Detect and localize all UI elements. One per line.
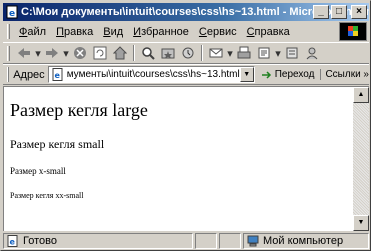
forward-icon[interactable] xyxy=(42,44,62,62)
print-icon[interactable] xyxy=(234,44,254,62)
browser-window: e C:\Мои документы\intuit\courses\css\hs… xyxy=(0,0,371,251)
text-small: Размер кегля small xyxy=(10,137,105,151)
go-label: Переход xyxy=(274,69,315,80)
menu-help-label: правка xyxy=(254,25,290,38)
menu-help-accel: С xyxy=(246,25,255,38)
menu-file-label: айл xyxy=(27,25,47,38)
history-icon[interactable] xyxy=(178,44,198,62)
menu-bar: Файл Правка Вид Избранное Сервис Справка xyxy=(3,22,343,41)
menu-help[interactable]: Справка xyxy=(242,26,295,38)
scroll-up-button[interactable]: ▲ xyxy=(353,87,369,103)
menu-edit-accel: П xyxy=(56,25,64,38)
minimize-button[interactable]: _ xyxy=(313,5,329,19)
menu-view-label: ид xyxy=(110,25,124,38)
computer-icon xyxy=(247,235,259,247)
status-text: Готово xyxy=(23,235,57,247)
page-icon: e xyxy=(52,68,63,81)
menu-favorites-label: збранное xyxy=(141,25,189,38)
search-icon[interactable] xyxy=(138,44,158,62)
go-arrow-icon xyxy=(261,70,271,79)
zone-text: Мой компьютер xyxy=(263,235,344,247)
menu-tools[interactable]: Сервис xyxy=(194,26,242,38)
edit-icon[interactable] xyxy=(254,44,274,62)
address-input[interactable]: e мументы\intuit\courses\css\hs~13.html … xyxy=(47,66,255,83)
go-button[interactable]: Переход xyxy=(261,69,315,81)
text-large: Размер кегля large xyxy=(10,100,148,120)
document-body: Размер кегля large Размер кегля small Ра… xyxy=(10,93,148,201)
menu-edit[interactable]: Правка xyxy=(51,26,98,38)
title-bar[interactable]: e C:\Мои документы\intuit\courses\css\hs… xyxy=(3,3,369,21)
stop-icon[interactable] xyxy=(70,44,90,62)
status-text-pane: e Готово xyxy=(3,233,193,249)
toolbar-grip[interactable] xyxy=(7,45,10,61)
ie-page-icon: e xyxy=(6,5,18,19)
status-pane-empty xyxy=(219,233,241,249)
menu-favorites-accel: И xyxy=(133,25,142,38)
address-dropdown-button[interactable]: ▼ xyxy=(239,67,254,82)
svg-text:e: e xyxy=(54,71,60,80)
menu-favorites[interactable]: Избранное xyxy=(128,26,194,38)
back-dropdown-icon[interactable]: ▾ xyxy=(34,44,42,62)
messenger-icon[interactable] xyxy=(302,44,322,62)
mail-icon[interactable] xyxy=(206,44,226,62)
maximize-button[interactable]: □ xyxy=(331,5,347,19)
menu-tools-label: ервис xyxy=(206,25,237,38)
done-page-icon: e xyxy=(7,235,18,247)
vertical-scrollbar[interactable]: ▲ ▼ xyxy=(353,87,369,231)
forward-dropdown-icon[interactable]: ▾ xyxy=(62,44,70,62)
svg-text:e: e xyxy=(9,9,15,19)
scroll-down-button[interactable]: ▼ xyxy=(353,215,369,231)
close-button[interactable]: × xyxy=(351,5,367,19)
address-bar: Адрес e мументы\intuit\courses\css\hs~13… xyxy=(3,64,369,85)
refresh-icon[interactable] xyxy=(90,44,110,62)
text-x-small: Размер x-small xyxy=(10,166,66,176)
menu-edit-label: равка xyxy=(63,25,94,38)
favorites-icon[interactable] xyxy=(158,44,178,62)
page-content: Размер кегля large Размер кегля small Ра… xyxy=(3,86,369,231)
status-bar: e Готово Мой компьютер xyxy=(3,232,369,250)
menu-tools-accel: С xyxy=(198,25,207,38)
zone-pane: Мой компьютер xyxy=(243,233,369,249)
menu-view-accel: В xyxy=(103,25,111,38)
svg-text:e: e xyxy=(10,238,16,247)
text-xx-small: Размер кегля xx-small xyxy=(10,191,84,200)
address-grip[interactable] xyxy=(7,67,10,82)
windows-logo-icon xyxy=(339,22,367,41)
address-value[interactable]: мументы\intuit\courses\css\hs~13.html xyxy=(67,69,240,80)
menu-grip[interactable] xyxy=(7,24,10,39)
toolbar-separator xyxy=(133,45,135,61)
status-pane-empty xyxy=(195,233,217,249)
mail-dropdown-icon[interactable]: ▾ xyxy=(226,44,234,62)
home-icon[interactable] xyxy=(110,44,130,62)
edit-dropdown-icon[interactable]: ▾ xyxy=(274,44,282,62)
menu-file[interactable]: Файл xyxy=(14,26,51,38)
menu-view[interactable]: Вид xyxy=(98,26,128,38)
discuss-icon[interactable] xyxy=(282,44,302,62)
toolbar-separator xyxy=(201,45,203,61)
address-label: Адрес xyxy=(13,68,45,81)
back-icon[interactable] xyxy=(14,44,34,62)
links-button[interactable]: Ссылки » xyxy=(320,69,369,80)
standard-toolbar: ▾ ▾ ▾ ▾ xyxy=(3,42,369,64)
